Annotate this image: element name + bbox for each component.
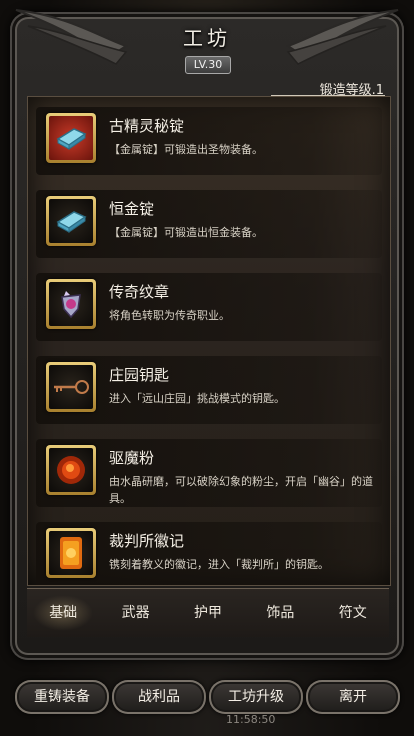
tab-2[interactable]: 护甲: [178, 595, 238, 631]
list-item[interactable]: 驱魔粉由水晶研磨，可以破除幻象的粉尘，开启「幽谷」的道具。: [36, 439, 382, 507]
list-item[interactable]: 裁判所徽记镌刻着教义的徽记，进入「裁判所」的钥匙。: [36, 522, 382, 585]
seal-icon: [49, 531, 93, 575]
left-horn-ornament-icon: [15, 9, 128, 65]
item-icon-frame: [46, 196, 96, 246]
right-horn-ornament-icon: [286, 9, 399, 65]
tab-1[interactable]: 武器: [106, 595, 166, 631]
leave-button[interactable]: 离开: [306, 680, 400, 714]
item-list[interactable]: 古精灵秘锭【金属锭】可锻造出圣物装备。恒金锭【金属锭】可锻造出恒金装备。传奇纹章…: [27, 96, 391, 586]
list-item[interactable]: 庄园钥匙进入「远山庄园」挑战模式的钥匙。: [36, 356, 382, 424]
item-icon-frame: [46, 445, 96, 495]
list-item[interactable]: 恒金锭【金属锭】可锻造出恒金装备。: [36, 190, 382, 258]
item-description: 由水晶研磨，可以破除幻象的粉尘，开启「幽谷」的道具。: [109, 475, 373, 505]
item-icon-frame: [46, 528, 96, 578]
loot-button[interactable]: 战利品: [112, 680, 206, 714]
page-title: 工坊: [183, 26, 231, 50]
item-name: 古精灵秘锭: [109, 117, 185, 135]
item-icon-frame: [46, 113, 96, 163]
powder-icon: [49, 448, 93, 492]
item-description: 进入「远山庄园」挑战模式的钥匙。: [109, 392, 285, 405]
item-name: 裁判所徽记: [109, 532, 185, 550]
list-item[interactable]: 古精灵秘锭【金属锭】可锻造出圣物装备。: [36, 107, 382, 175]
item-description: 【金属锭】可锻造出圣物装备。: [109, 143, 263, 156]
item-description: 镌刻着教义的徽记，进入「裁判所」的钥匙。: [109, 558, 329, 571]
category-tabs: 基础 武器 护甲 饰品 符文: [27, 588, 389, 637]
list-item[interactable]: 传奇纹章将角色转职为传奇职业。: [36, 273, 382, 341]
emblem-icon: [49, 282, 93, 326]
bottom-action-bar: 重铸装备 战利品 工坊升级 离开: [0, 676, 414, 724]
item-name: 驱魔粉: [109, 449, 155, 467]
workshop-upgrade-button[interactable]: 工坊升级: [209, 680, 303, 714]
item-description: 将角色转职为传奇职业。: [109, 309, 230, 322]
recast-equipment-button[interactable]: 重铸装备: [15, 680, 109, 714]
ingot-icon: [49, 116, 93, 160]
ingot-icon: [49, 199, 93, 243]
tab-0[interactable]: 基础: [33, 595, 94, 631]
item-name: 传奇纹章: [109, 283, 170, 301]
tab-3[interactable]: 饰品: [250, 595, 310, 631]
item-description: 【金属锭】可锻造出恒金装备。: [109, 226, 263, 239]
item-icon-frame: [46, 362, 96, 412]
key-icon: [49, 365, 93, 409]
clock-time: 11:58:50: [226, 713, 276, 726]
item-icon-frame: [46, 279, 96, 329]
item-name: 庄园钥匙: [109, 366, 170, 384]
tab-4[interactable]: 符文: [323, 595, 383, 631]
item-name: 恒金锭: [109, 200, 155, 218]
workshop-level-badge: LV.30: [185, 56, 231, 74]
